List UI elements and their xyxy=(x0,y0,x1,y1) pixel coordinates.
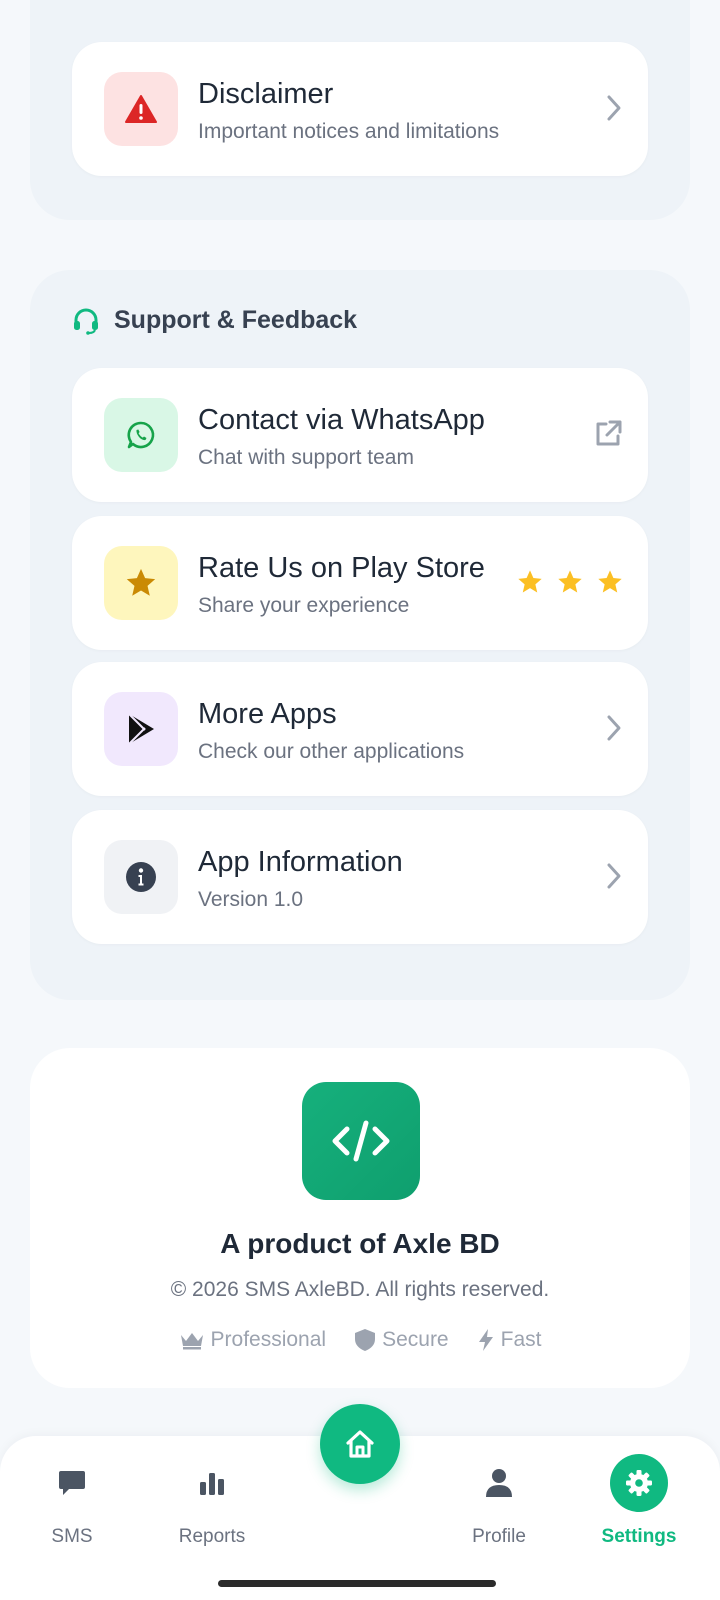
star-rating xyxy=(516,564,624,600)
nav-item-settings[interactable]: Settings xyxy=(579,1454,699,1548)
more-apps-icon-box xyxy=(104,692,178,766)
rate-icon-box xyxy=(104,546,178,620)
brand-title: A product of Axle BD xyxy=(220,1228,500,1259)
rate-us-subtitle: Share your experience xyxy=(198,594,410,617)
warning-icon xyxy=(125,95,157,123)
disclaimer-card[interactable]: Disclaimer Important notices and limitat… xyxy=(72,42,648,176)
disclaimer-subtitle: Important notices and limitations xyxy=(198,120,500,143)
disclaimer-icon-box xyxy=(104,72,178,146)
user-icon xyxy=(470,1454,528,1512)
bar-chart-icon xyxy=(183,1454,241,1512)
support-section-title: Support & Feedback xyxy=(114,306,358,334)
badge-professional: Professional xyxy=(179,1328,327,1352)
nav-item-reports[interactable]: Reports xyxy=(152,1454,272,1548)
badge-secure: Secure xyxy=(354,1328,449,1352)
chevron-right-icon xyxy=(604,710,624,746)
nav-item-sms[interactable]: SMS xyxy=(12,1454,132,1548)
nav-label-reports: Reports xyxy=(178,1526,246,1547)
home-icon xyxy=(346,1430,374,1458)
message-icon xyxy=(43,1454,101,1512)
copyright-text: © 2026 SMS AxleBD. All rights reserved. xyxy=(170,1278,550,1301)
whatsapp-icon-box xyxy=(104,398,178,472)
more-apps-title: More Apps xyxy=(198,698,337,730)
rating-star-icon xyxy=(518,570,542,593)
nav-label-profile: Profile xyxy=(472,1526,526,1547)
code-icon xyxy=(332,1120,390,1162)
badge-label: Secure xyxy=(382,1328,449,1351)
info-icon xyxy=(126,862,156,892)
gear-icon xyxy=(610,1454,668,1512)
app-information-card[interactable]: App Information Version 1.0 xyxy=(72,810,648,944)
gesture-home-indicator[interactable] xyxy=(218,1580,496,1587)
more-apps-card[interactable]: More Apps Check our other applications xyxy=(72,662,648,796)
crown-icon xyxy=(180,1333,203,1350)
disclaimer-title: Disclaimer xyxy=(198,78,334,110)
whatsapp-subtitle: Chat with support team xyxy=(198,446,414,469)
badge-label: Fast xyxy=(500,1328,542,1351)
badge-label: Professional xyxy=(210,1328,327,1351)
play-store-icon xyxy=(128,713,154,745)
rating-star-icon xyxy=(598,570,622,593)
home-button[interactable] xyxy=(320,1404,400,1484)
chevron-right-icon xyxy=(604,858,624,894)
nav-item-profile[interactable]: Profile xyxy=(439,1454,559,1548)
app-info-icon-box xyxy=(104,840,178,914)
bolt-icon xyxy=(478,1329,493,1351)
rating-star-icon xyxy=(558,570,582,593)
contact-whatsapp-card[interactable]: Contact via WhatsApp Chat with support t… xyxy=(72,368,648,502)
feature-badges: Professional Secure Fast xyxy=(30,1328,690,1352)
brand-logo xyxy=(302,1082,420,1200)
shield-icon xyxy=(355,1329,376,1351)
rate-us-card[interactable]: Rate Us on Play Store Share your experie… xyxy=(72,516,648,650)
support-section-header: Support & Feedback xyxy=(72,306,357,335)
legal-section: Disclaimer Important notices and limitat… xyxy=(30,0,690,220)
headset-icon xyxy=(74,308,98,335)
star-icon xyxy=(126,568,156,596)
rate-us-title: Rate Us on Play Store xyxy=(198,552,485,584)
nav-label-settings: Settings xyxy=(601,1526,677,1547)
external-link-icon xyxy=(592,416,624,452)
support-section: Support & Feedback Contact via WhatsApp … xyxy=(30,270,690,1000)
whatsapp-icon xyxy=(127,421,155,449)
app-info-title: App Information xyxy=(198,846,403,878)
nav-label-sms: SMS xyxy=(51,1526,93,1547)
app-info-subtitle: Version 1.0 xyxy=(198,888,304,911)
whatsapp-title: Contact via WhatsApp xyxy=(198,404,485,436)
badge-fast: Fast xyxy=(477,1328,542,1352)
brand-card: A product of Axle BD © 2026 SMS AxleBD. … xyxy=(30,1048,690,1388)
chevron-right-icon xyxy=(604,90,624,126)
more-apps-subtitle: Check our other applications xyxy=(198,740,465,763)
